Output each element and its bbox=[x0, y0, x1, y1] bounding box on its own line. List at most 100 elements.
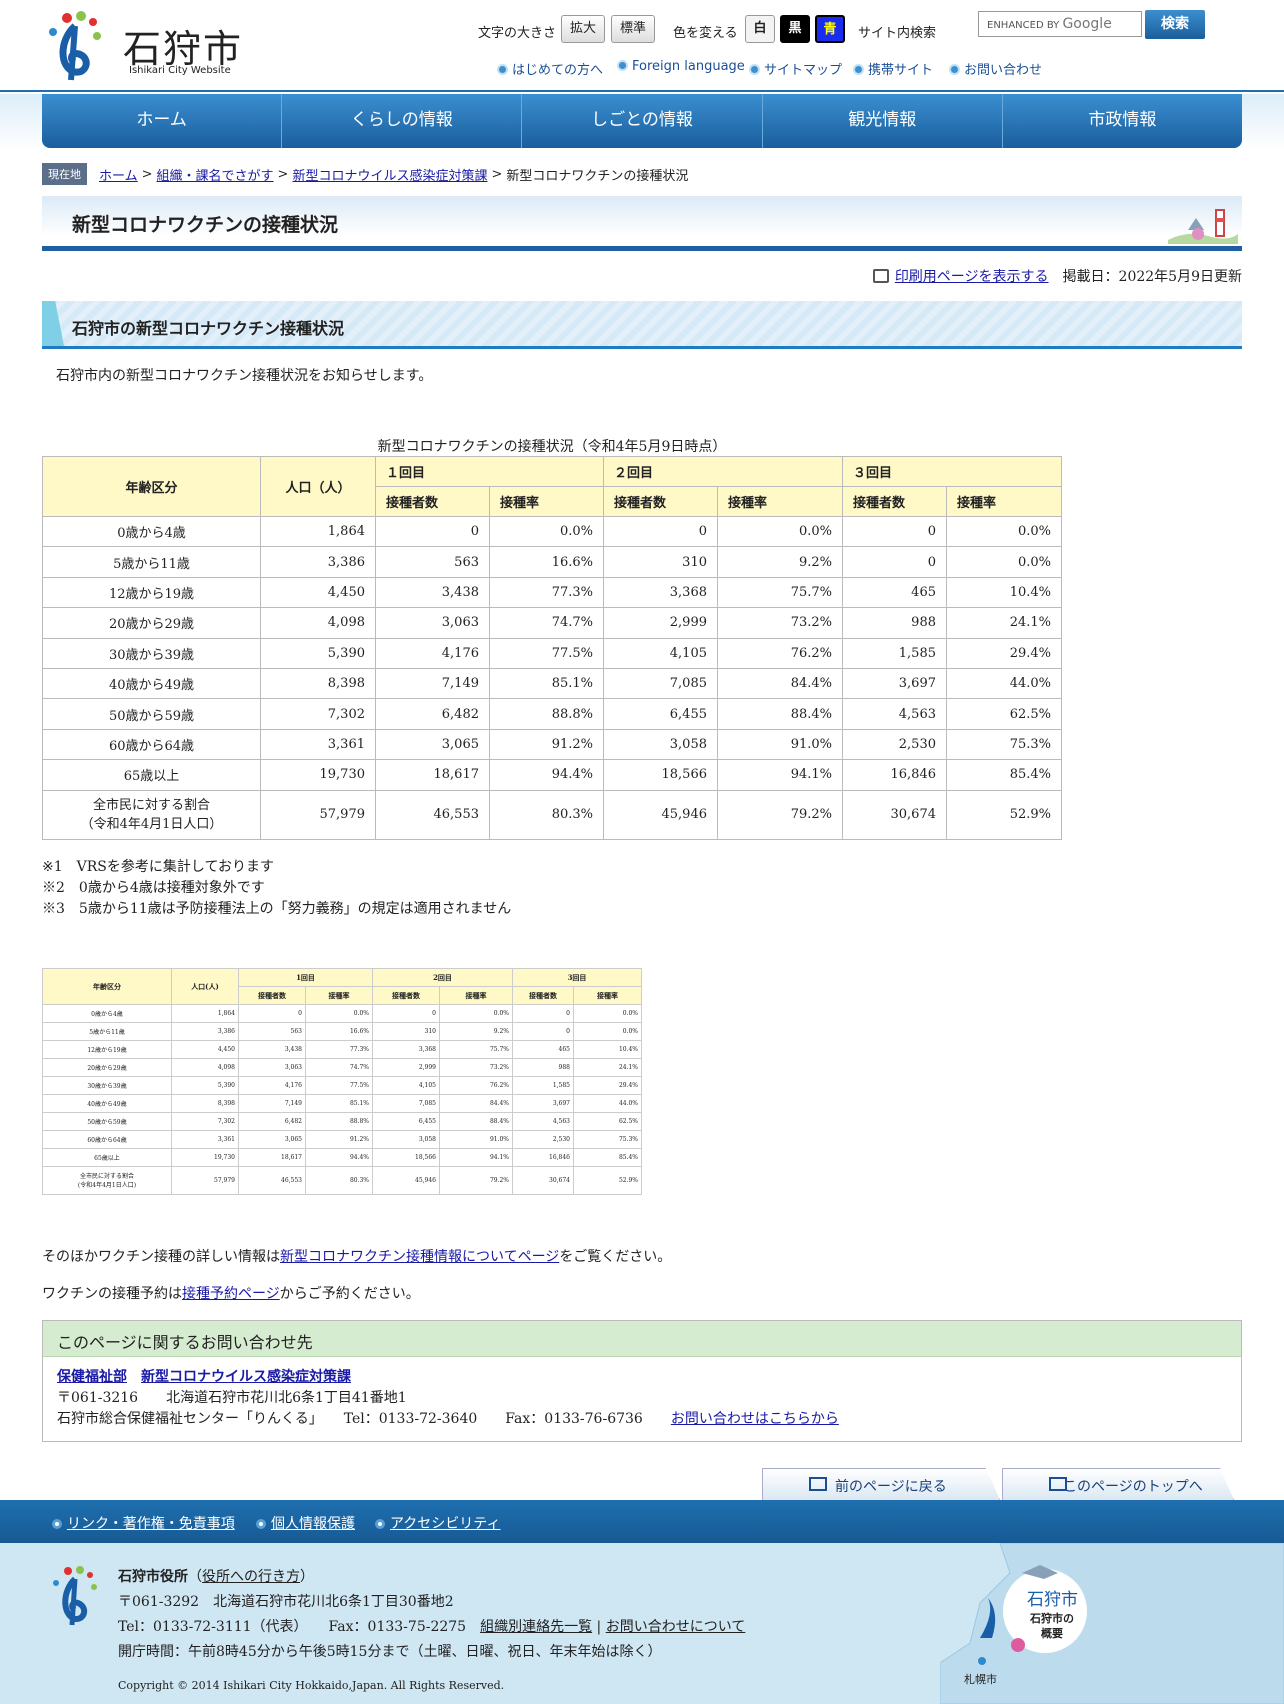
contact-inquiry-link[interactable]: お問い合わせはこちらから bbox=[671, 1411, 839, 1427]
thumb-cell: 85.1% bbox=[305, 1094, 373, 1113]
breadcrumb: 現在地 ホーム > 組織・課名でさがす > 新型コロナウイルス感染症対策課 > … bbox=[42, 163, 688, 185]
thumb-dose2: 2回目 bbox=[372, 968, 513, 987]
thumb-cell: 16.6% bbox=[305, 1022, 373, 1041]
thumb-cell: 4,450 bbox=[171, 1040, 239, 1059]
table-row: 5歳から11歳 3,386 563 16.6% 310 9.2% 0 0.0% bbox=[42, 546, 1062, 578]
contact-box: このページに関するお問い合わせ先 保健福祉部 新型コロナウイルス感染症対策課 〒… bbox=[42, 1320, 1242, 1442]
bullet-icon bbox=[617, 60, 628, 71]
footer-link-copyright[interactable]: リンク・著作権・免責事項 bbox=[52, 1513, 235, 1533]
nav-tourism[interactable]: 観光情報 bbox=[763, 94, 1003, 148]
footer-directions-link[interactable]: 役所への行き方 bbox=[202, 1569, 300, 1585]
thumb-dose3: 3回目 bbox=[512, 968, 642, 987]
nav-business[interactable]: しごとの情報 bbox=[522, 94, 763, 148]
cell-dose1-rate: 91.2% bbox=[489, 728, 604, 761]
hokkaido-map[interactable]: 石狩市 石狩市の概要 札幌市 bbox=[940, 1543, 1284, 1704]
breadcrumb-org[interactable]: 組織・課名でさがす bbox=[157, 165, 274, 184]
lighthouse-illustration-icon bbox=[1168, 209, 1238, 244]
cell-dose3-rate: 44.0% bbox=[946, 667, 1062, 700]
thumb-cell: 30,674 bbox=[512, 1166, 574, 1195]
footer-copyright: Copyright © 2014 Ishikari City Hokkaido,… bbox=[118, 1679, 505, 1692]
contact-section-link[interactable]: 新型コロナウイルス感染症対策課 bbox=[141, 1369, 351, 1385]
print-row: 印刷用ページを表示する 掲載日：2022年5月9日更新 bbox=[872, 266, 1242, 286]
thumb-row: 0歳から4歳 1,864 0 0.0% 0 0.0% 0 0.0% bbox=[42, 1004, 642, 1023]
col-rate-header: 接種率 bbox=[946, 486, 1062, 517]
thumb-row: 65歳以上 19,730 18,617 94.4% 18,566 94.1% 16,846 8… bbox=[42, 1148, 642, 1167]
font-standard-button[interactable]: 標準 bbox=[611, 15, 655, 43]
reservation-link[interactable]: 接種予約ページ bbox=[182, 1286, 280, 1302]
thumb-cell: 0.0% bbox=[305, 1004, 373, 1023]
cell-dose3-count: 465 bbox=[842, 576, 947, 609]
thumb-cell: 7,085 bbox=[372, 1094, 440, 1113]
thumb-row: 60歳から64歳 3,361 3,065 91.2% 3,058 91.0% 2,530 75… bbox=[42, 1130, 642, 1149]
search-placeholder-prefix: ENHANCED BY bbox=[987, 20, 1060, 31]
print-page-link[interactable]: 印刷用ページを表示する bbox=[895, 266, 1049, 286]
footer-address: 〒061-3292 北海道石狩市花川北6条1丁目30番地2 bbox=[118, 1594, 454, 1610]
thumb-row-total: 全市民に対する割合 (令和4年4月1日人口) 57,979 46,553 80.3% 45… bbox=[42, 1166, 642, 1195]
footer-directory-link[interactable]: 組織別連絡先一覧 bbox=[480, 1619, 592, 1635]
thumb-cell: 2,999 bbox=[372, 1058, 440, 1077]
cell-dose3-rate: 85.4% bbox=[946, 759, 1062, 791]
breadcrumb-dept[interactable]: 新型コロナウイルス感染症対策課 bbox=[292, 165, 487, 184]
nav-home[interactable]: ホーム bbox=[42, 94, 283, 148]
contact-dept-link[interactable]: 保健福祉部 bbox=[57, 1369, 127, 1385]
footer-link-privacy[interactable]: 個人情報保護 bbox=[256, 1513, 355, 1533]
map-overview-link[interactable]: 石狩市の概要 bbox=[1030, 1611, 1074, 1641]
table-row: 40歳から49歳 8,398 7,149 85.1% 7,085 84.4% 3,697 44… bbox=[42, 667, 1062, 700]
cell-dose3-count: 1,585 bbox=[842, 637, 947, 669]
cell-dose3-count: 16,846 bbox=[842, 759, 947, 791]
table-row: 30歳から39歳 5,390 4,176 77.5% 4,105 76.2% 1,585 29… bbox=[42, 637, 1062, 669]
thumb-cell: 75.3% bbox=[573, 1130, 642, 1149]
link-sitemap[interactable]: サイトマップ bbox=[749, 59, 842, 78]
link-first-visit[interactable]: はじめての方へ bbox=[497, 59, 603, 78]
page-title-bar: 新型コロナワクチンの接種状況 bbox=[42, 196, 1242, 251]
link-foreign-language[interactable]: Foreign language bbox=[617, 59, 745, 74]
link-mobile-site[interactable]: 携帯サイト bbox=[853, 59, 933, 78]
color-black-button[interactable]: 黒 bbox=[780, 15, 810, 43]
font-enlarge-button[interactable]: 拡大 bbox=[561, 15, 605, 43]
link-contact[interactable]: お問い合わせ bbox=[949, 59, 1042, 78]
bullet-icon bbox=[497, 64, 508, 75]
search-input[interactable]: ENHANCED BY Google bbox=[978, 11, 1142, 37]
page-top-button[interactable]: このページのトップへ bbox=[1002, 1468, 1234, 1500]
vaccine-info-link[interactable]: 新型コロナワクチン接種情報についてページ bbox=[280, 1249, 559, 1265]
site-search-label: サイト内検索 bbox=[858, 26, 937, 41]
contact-facility: 石狩市総合保健福祉センター「りんくる」 bbox=[57, 1411, 316, 1427]
vaccination-table-image[interactable]: 年齢区分 人口(人) 1回目 2回目 3回目 接種者数 接種率 接種者数 接種率 接種者数 接種率… bbox=[42, 968, 642, 1195]
thumb-row: 20歳から29歳 4,098 3,063 74.7% 2,999 73.2% 988 24.1… bbox=[42, 1058, 642, 1077]
footer-inquiry-link[interactable]: お問い合わせについて bbox=[606, 1619, 746, 1635]
thumb-cell: 0.0% bbox=[439, 1004, 513, 1023]
link-mobile-site-label: 携帯サイト bbox=[868, 63, 934, 78]
footnote-2: ※2 0歳から4歳は接種対象外です bbox=[42, 880, 265, 896]
thumb-cell: 563 bbox=[238, 1022, 306, 1041]
thumb-cell: 3,697 bbox=[512, 1094, 574, 1113]
thumb-cell: 94.1% bbox=[439, 1148, 513, 1167]
cell-dose2-count: 7,085 bbox=[603, 667, 718, 700]
map-sapporo-label: 札幌市 bbox=[964, 1673, 997, 1686]
nav-city-government[interactable]: 市政情報 bbox=[1003, 94, 1242, 148]
cell-population: 3,361 bbox=[260, 728, 376, 761]
thumb-cell: 46,553 bbox=[238, 1166, 306, 1195]
breadcrumb-home[interactable]: ホーム bbox=[99, 165, 138, 184]
site-header: 石狩市 Ishikari City Website 文字の大きさ 拡大 標準 色… bbox=[0, 0, 1284, 92]
site-logo[interactable]: 石狩市 Ishikari City Website bbox=[45, 10, 245, 82]
footer-link-accessibility[interactable]: アクセシビリティ bbox=[375, 1513, 500, 1533]
cell-population: 8,398 bbox=[260, 667, 376, 700]
breadcrumb-separator: > bbox=[141, 166, 153, 182]
footer-link-copyright-label: リンク・著作権・免責事項 bbox=[67, 1516, 235, 1532]
cell-dose1-count: 18,617 bbox=[375, 759, 490, 791]
nav-living[interactable]: くらしの情報 bbox=[282, 94, 523, 148]
table-row: 12歳から19歳 4,450 3,438 77.3% 3,368 75.7% 465 10.4… bbox=[42, 576, 1062, 609]
color-blue-button[interactable]: 青 bbox=[815, 15, 845, 43]
back-button[interactable]: 前のページに戻る bbox=[762, 1468, 1000, 1500]
bullet-icon bbox=[52, 1519, 62, 1529]
cell-population: 4,098 bbox=[260, 607, 376, 639]
color-white-button[interactable]: 白 bbox=[745, 15, 775, 43]
thumb-cell: 3,368 bbox=[372, 1040, 440, 1059]
thumb-cell: 62.5% bbox=[573, 1112, 642, 1131]
back-button-label: 前のページに戻る bbox=[835, 1479, 947, 1495]
search-button[interactable]: 検索 bbox=[1145, 10, 1205, 39]
thumb-cell: 8,398 bbox=[171, 1094, 239, 1113]
thumb-total-line2: (令和4年4月1日人口) bbox=[77, 1181, 137, 1189]
footer-link-accessibility-label: アクセシビリティ bbox=[390, 1516, 501, 1532]
font-size-label: 文字の大きさ bbox=[478, 26, 557, 41]
